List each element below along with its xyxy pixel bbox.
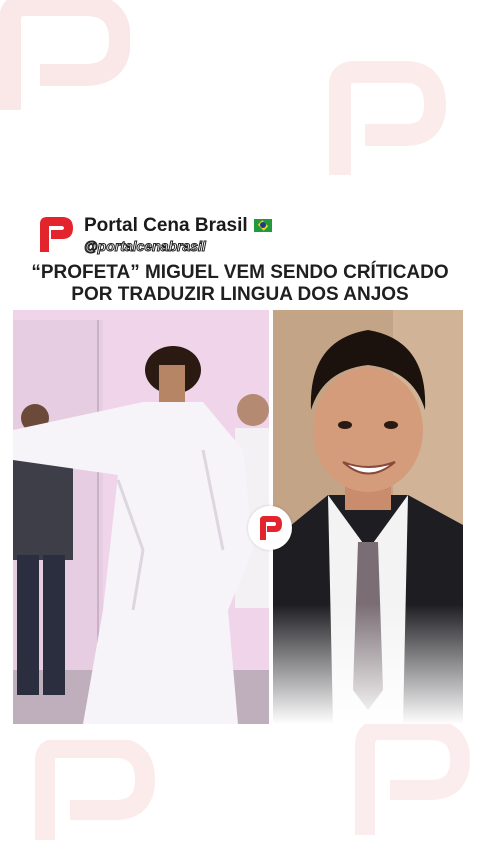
photo-right bbox=[273, 310, 463, 724]
brand-name: Portal Cena Brasil bbox=[84, 214, 248, 236]
photo-left-illustration bbox=[13, 310, 269, 724]
photo-fade-overlay bbox=[273, 604, 463, 724]
account-handle[interactable]: @portalcenabrasil bbox=[84, 237, 272, 254]
photo-left bbox=[13, 310, 269, 724]
background-watermark-logo bbox=[320, 60, 450, 184]
background-watermark-logo bbox=[350, 720, 471, 844]
brand-name-row: Portal Cena Brasil bbox=[84, 215, 272, 237]
brand-block: Portal Cena Brasil @portalcenabrasil bbox=[84, 215, 272, 254]
brazil-flag-icon bbox=[253, 219, 272, 232]
headline: “PROFETA” MIGUEL VEM SENDO CRÍTICADO POR… bbox=[0, 262, 480, 306]
post-header: Portal Cena Brasil @portalcenabrasil bbox=[36, 214, 272, 254]
portal-p-logo-icon bbox=[36, 214, 76, 254]
portal-p-badge-icon bbox=[248, 506, 292, 550]
headline-line-2: POR TRADUZIR LINGUA DOS ANJOS bbox=[71, 284, 409, 305]
background-watermark-logo bbox=[30, 738, 160, 854]
background-watermark-logo bbox=[0, 0, 132, 124]
headline-line-1: “PROFETA” MIGUEL VEM SENDO CRÍTICADO bbox=[31, 262, 449, 283]
